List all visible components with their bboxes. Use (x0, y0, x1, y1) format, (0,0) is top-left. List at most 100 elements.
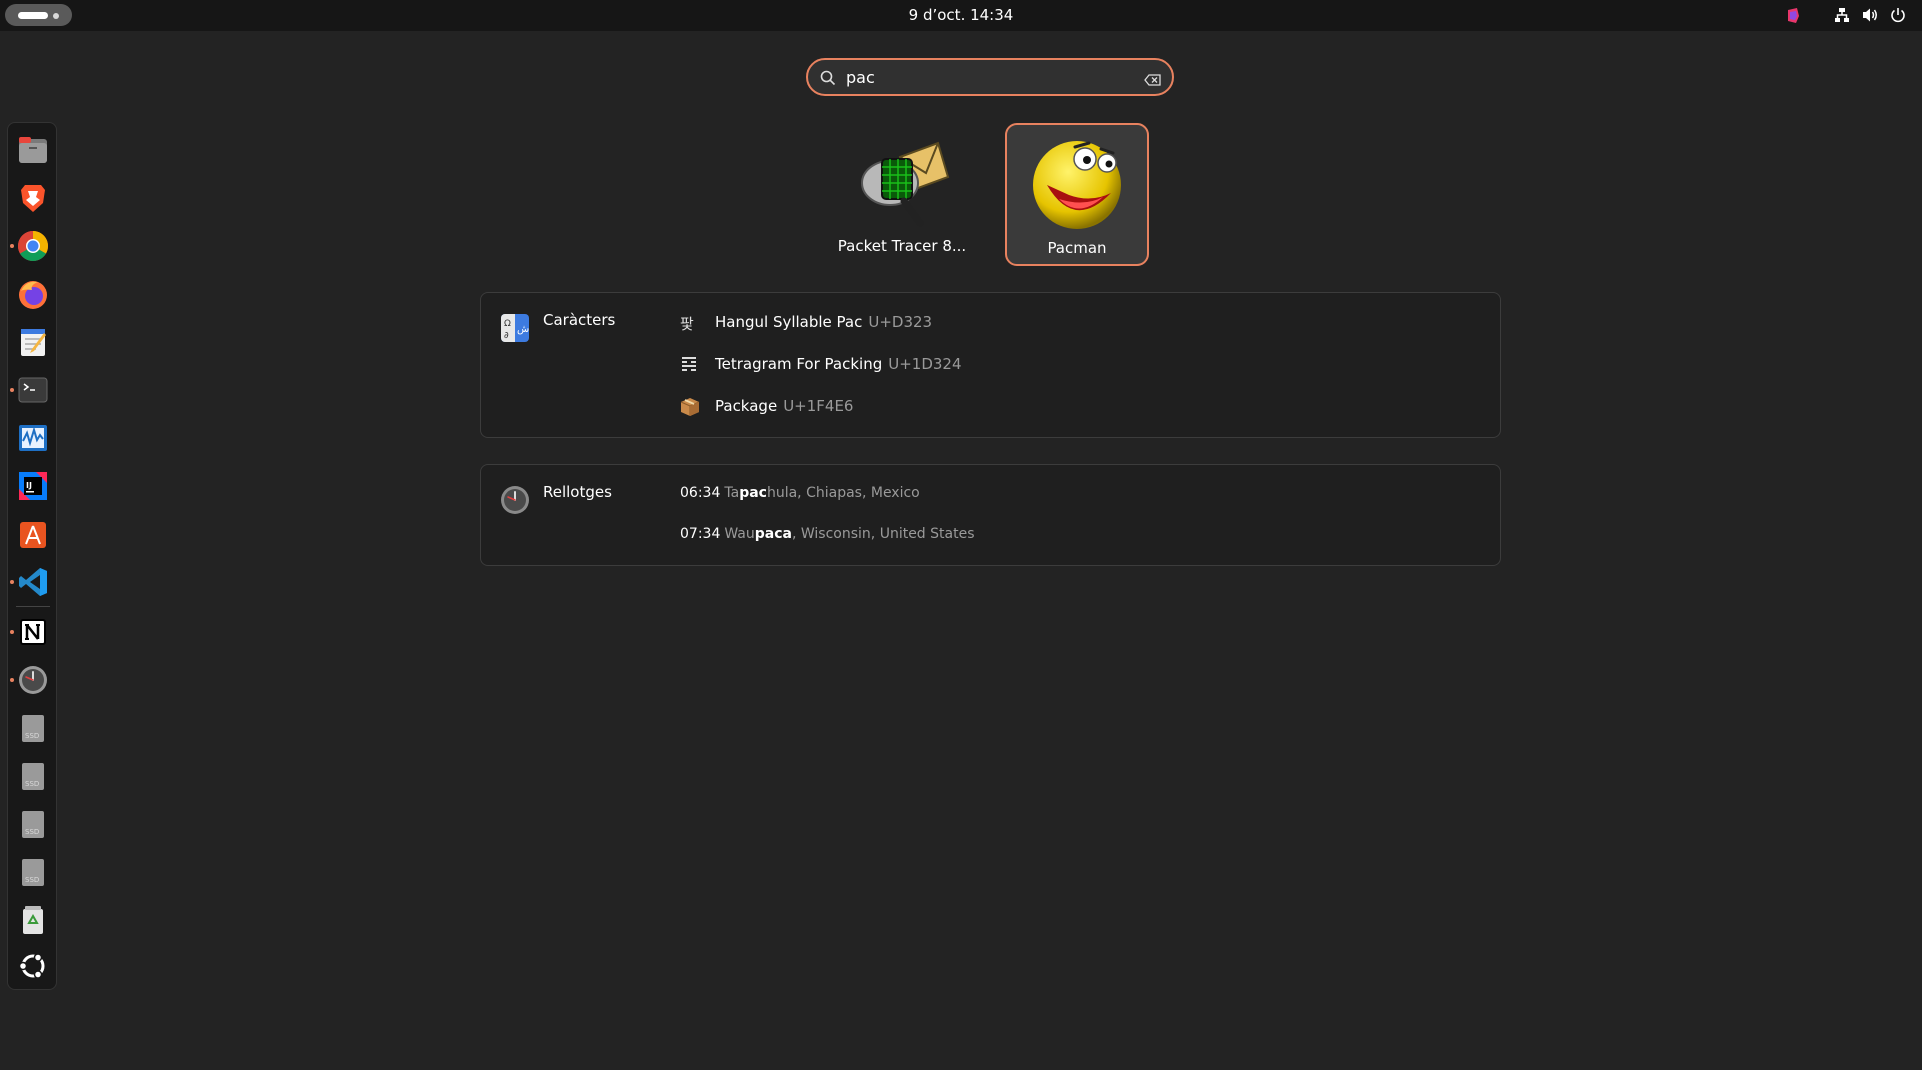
app-center-icon (16, 517, 50, 551)
character-code: U+1F4E6 (783, 397, 854, 415)
app-result-pacman[interactable]: Pacman (1005, 123, 1149, 266)
date-time-label[interactable]: 9 d’oct. 14:34 (909, 6, 1014, 24)
dock-item-ssd-1[interactable]: SSD (16, 711, 50, 745)
app-label: Packet Tracer 8... (837, 237, 967, 255)
ssd-drive-icon: SSD (16, 759, 50, 793)
running-indicator (10, 580, 14, 584)
location-text: Wau (724, 526, 755, 542)
trash-icon (16, 903, 50, 937)
svg-text:SSD: SSD (25, 876, 39, 884)
indicator-icon[interactable] (1785, 7, 1801, 25)
system-monitor-icon (16, 421, 50, 455)
activities-button[interactable] (5, 4, 72, 26)
location-text: , Wisconsin, United States (791, 526, 975, 542)
dock-item-trash[interactable] (16, 903, 50, 937)
location-text: Ta (724, 485, 740, 501)
clock-icon (16, 663, 50, 697)
running-indicator (10, 244, 14, 248)
world-clock-result[interactable]: 07:34 Waupaca, Wisconsin, United States (680, 526, 975, 542)
dock-item-system-monitor[interactable] (16, 421, 50, 455)
characters-provider-panel: Ω ∂ ش Caràcters 팣 Hangul Syllable Pac U+D… (480, 292, 1501, 438)
svg-text:ش: ش (517, 324, 529, 335)
dock-item-app-center[interactable] (16, 517, 50, 551)
character-name-line: Hangul Syllable Pac U+D323 (715, 313, 932, 331)
character-name: Hangul Syllable Pac (715, 313, 863, 331)
files-icon (16, 133, 50, 167)
dock-item-ssd-2[interactable]: SSD (16, 759, 50, 793)
svg-text:SSD: SSD (25, 780, 39, 788)
location-match-highlight: pac (739, 485, 767, 501)
dock-item-terminal[interactable] (10, 373, 50, 407)
clear-search-icon[interactable] (1144, 71, 1162, 90)
dock-item-files[interactable] (16, 133, 50, 167)
character-name: Tetragram For Packing (715, 355, 883, 373)
terminal-icon (16, 373, 50, 407)
dock-item-ssd-4[interactable]: SSD (16, 855, 50, 889)
character-glyph: 팣 (680, 315, 694, 333)
dock-item-clocks[interactable] (10, 663, 50, 697)
running-indicator (10, 678, 14, 682)
dock-item-ssd-3[interactable]: SSD (16, 807, 50, 841)
character-code: U+1D324 (888, 355, 962, 373)
app-result-packet-tracer[interactable]: Packet Tracer 8... (830, 123, 974, 266)
dock-item-brave[interactable] (16, 181, 50, 215)
dock: IJ SSD SSD SSD SSD (7, 122, 57, 990)
package-icon (680, 397, 700, 417)
dock-separator (16, 606, 50, 607)
volume-icon[interactable] (1862, 7, 1879, 25)
tetragram-icon (680, 355, 700, 375)
running-indicator (10, 388, 14, 392)
firefox-icon (16, 277, 50, 311)
workspace-indicator-active (18, 12, 48, 19)
svg-text:IJ: IJ (26, 481, 32, 490)
svg-text:Ω: Ω (504, 319, 511, 329)
packet-tracer-icon (852, 131, 952, 231)
dock-item-notion[interactable] (10, 615, 50, 649)
search-entry[interactable]: pac (806, 58, 1174, 96)
workspace-indicator-inactive (53, 13, 59, 19)
date-time-display: 9 d’oct. 14:34 (0, 6, 1922, 24)
dock-item-intellij[interactable]: IJ (16, 469, 50, 503)
text-editor-icon (16, 325, 50, 359)
characters-title: Caràcters (543, 311, 616, 329)
ssd-drive-icon: SSD (16, 711, 50, 745)
world-clock-result[interactable]: 06:34 Tapachula, Chiapas, Mexico (680, 485, 920, 501)
clock-location: Waupaca, Wisconsin, United States (724, 526, 974, 542)
network-icon[interactable] (1834, 7, 1850, 25)
running-indicator (10, 630, 14, 634)
power-icon[interactable] (1890, 7, 1906, 25)
dock-item-chrome[interactable] (10, 229, 50, 263)
clock-location: Tapachula, Chiapas, Mexico (724, 485, 919, 501)
character-code: U+D323 (868, 313, 933, 331)
search-icon (820, 70, 836, 90)
location-match-highlight: paca (754, 526, 792, 542)
location-text: hula, Chiapas, Mexico (766, 485, 920, 501)
pacman-icon (1029, 133, 1129, 233)
characters-app-icon[interactable]: Ω ∂ ش (500, 313, 530, 343)
clock-time: 07:34 (680, 526, 721, 542)
search-input[interactable]: pac (846, 68, 875, 87)
ssd-drive-icon: SSD (16, 807, 50, 841)
clock-app-icon[interactable] (500, 485, 530, 515)
dock-item-vscode[interactable] (10, 565, 50, 599)
notion-icon (16, 615, 50, 649)
svg-text:SSD: SSD (25, 732, 39, 740)
clock-time: 06:34 (680, 485, 721, 501)
clocks-title: Rellotges (543, 483, 612, 501)
svg-text:SSD: SSD (25, 828, 39, 836)
svg-text:∂: ∂ (504, 331, 509, 341)
dock-item-firefox[interactable] (16, 277, 50, 311)
clocks-provider-panel: Rellotges 06:34 Tapachula, Chiapas, Mexic… (480, 464, 1501, 566)
intellij-icon: IJ (16, 469, 50, 503)
brave-icon (16, 181, 50, 215)
ubuntu-logo-icon (16, 949, 50, 983)
chrome-icon (16, 229, 50, 263)
character-name: Package (715, 397, 778, 415)
ssd-drive-icon: SSD (16, 855, 50, 889)
character-name-line: Package U+1F4E6 (715, 397, 853, 415)
dock-item-text-editor[interactable] (16, 325, 50, 359)
top-bar: 9 d’oct. 14:34 (0, 0, 1922, 31)
dock-item-show-apps[interactable] (16, 949, 50, 983)
app-label: Pacman (1047, 239, 1107, 257)
vscode-icon (16, 565, 50, 599)
